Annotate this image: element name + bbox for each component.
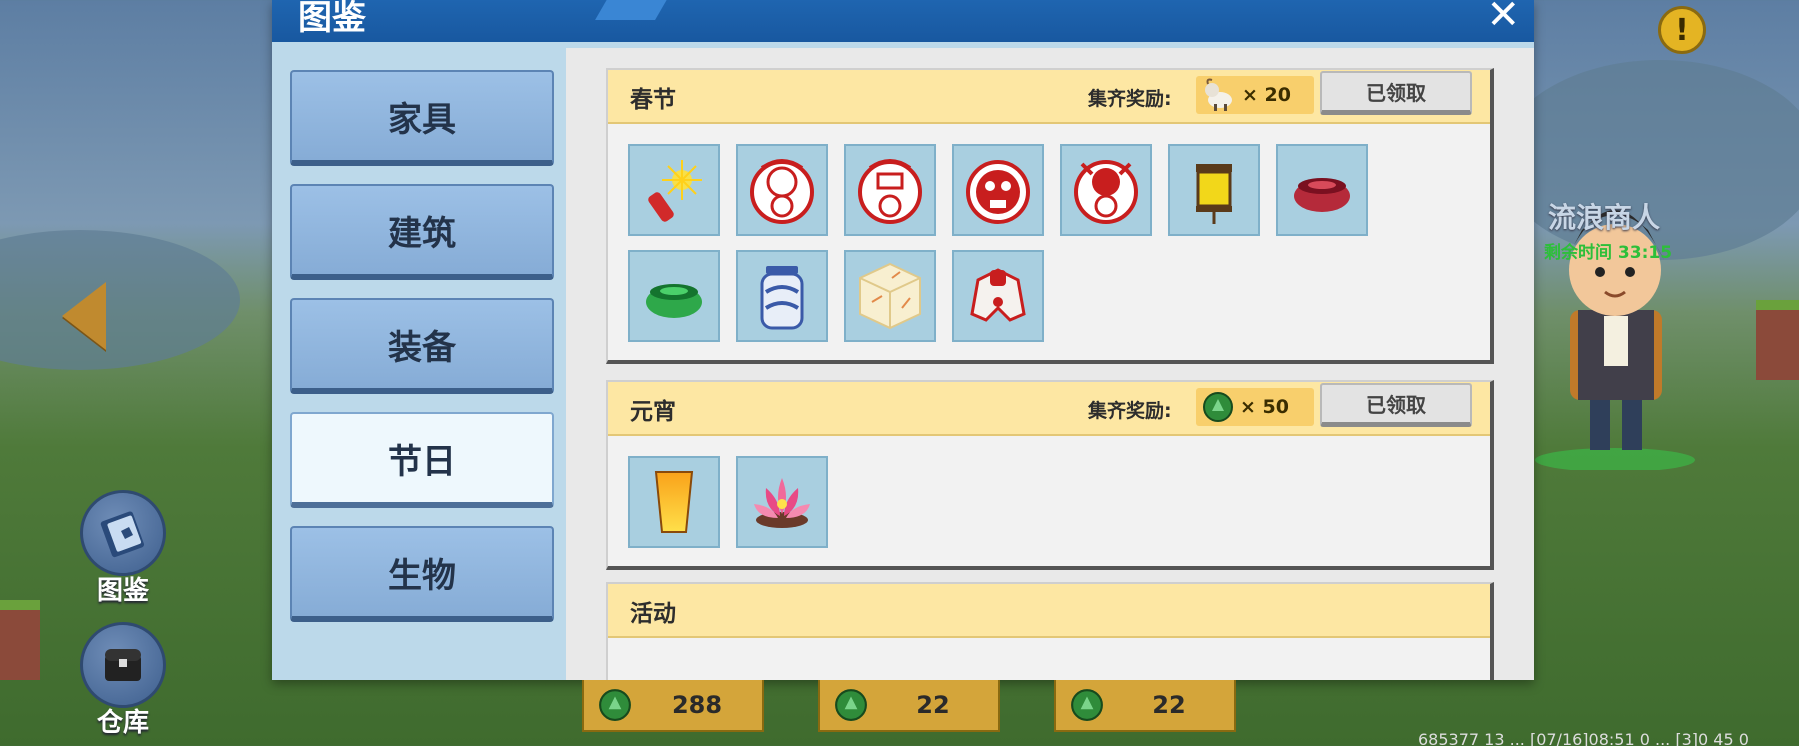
green-gem-icon [599,689,631,721]
claimed-button[interactable]: 已领取 [1320,383,1472,427]
currency-value: 22 [916,691,950,719]
handbook-button[interactable]: 图鉴 [78,490,168,607]
category-creature[interactable]: 生物 [290,526,554,622]
debug-coords: 685377 13 ... [07/16]08:51 0 ... [3]0 45… [1418,730,1749,746]
reward-amount: × 50 [1240,396,1289,418]
category-festival[interactable]: 节日 [290,412,554,508]
paper-cut-doll-shou-icon[interactable] [952,144,1044,236]
warehouse-label: 仓库 [96,708,149,738]
window-title: 图鉴 [298,0,366,38]
paper-cut-doll-xi-icon[interactable] [1060,144,1152,236]
category-building[interactable]: 建筑 [290,184,554,280]
group-title: 活动 [630,601,676,627]
currency-bar: 288 [582,680,764,732]
category-list: 家具 建筑 装备 节日 生物 [290,70,554,640]
alert-icon[interactable]: ! [1658,6,1706,54]
green-gem-icon [835,689,867,721]
chest-icon [80,622,166,708]
paper-cut-doll-lu-icon[interactable] [844,144,936,236]
red-bowl-icon[interactable] [1276,144,1368,236]
handbook-label: 图鉴 [96,576,149,606]
reward-box: × 20 [1196,76,1314,114]
currency-value: 288 [671,691,723,719]
reward-label: 集齐奖励: [1088,400,1172,422]
group-header: 活动 [608,584,1490,638]
background-hill [0,230,240,370]
background-block [0,600,40,680]
paper-cut-doll-fu-icon[interactable] [736,144,828,236]
category-equipment[interactable]: 装备 [290,298,554,394]
currency-bar: 22 [1054,680,1236,732]
title-decoration [595,0,669,20]
reward-label: 集齐奖励: [1088,88,1172,110]
group-title: 元宵 [630,399,676,425]
goat-icon [1205,78,1232,111]
handbook-window: 图鉴 ✕ 家具 建筑 装备 节日 生物 春节 集齐奖励: × 20 已领取 元宵… [272,0,1534,680]
group-header: 春节 集齐奖励: × 20 已领取 [608,70,1490,124]
item-grid [608,124,1490,360]
reward-box: × 50 [1196,388,1314,426]
background-block [1756,300,1799,380]
group-title: 春节 [630,87,676,113]
green-gem-icon [1203,392,1233,422]
book-icon [80,490,166,576]
category-furniture[interactable]: 家具 [290,70,554,166]
red-robe-icon[interactable] [952,250,1044,342]
lotus-lantern-icon[interactable] [736,456,828,548]
claimed-button[interactable]: 已领取 [1320,71,1472,115]
title-bar: 图鉴 ✕ [272,0,1534,42]
collection-group-lantern-festival: 元宵 集齐奖励: × 50 已领取 [606,380,1494,570]
item-grid [608,436,1490,566]
green-gem-icon [1071,689,1103,721]
currency-value: 22 [1152,691,1186,719]
warehouse-button[interactable]: 仓库 [78,622,168,739]
currency-bar: 22 [818,680,1000,732]
collection-group-spring-festival: 春节 集齐奖励: × 20 已领取 [606,68,1494,364]
collection-panel[interactable]: 春节 集齐奖励: × 20 已领取 元宵 集齐奖励: × 50 已领取 活动 [566,48,1534,680]
green-bowl-icon[interactable] [628,250,720,342]
blue-vase-icon[interactable] [736,250,828,342]
merchant-name: 流浪商人 [1548,201,1661,234]
firecracker-icon[interactable] [628,144,720,236]
group-header: 元宵 集齐奖励: × 50 已领取 [608,382,1490,436]
merchant-timer: 剩余时间 33:15 [1544,243,1673,263]
close-button[interactable]: ✕ [1486,0,1520,38]
reward-amount: × 20 [1242,84,1291,106]
prev-arrow-button[interactable] [62,282,106,350]
collection-group-event: 活动 [606,582,1494,680]
marble-cube-icon[interactable] [844,250,936,342]
lantern-icon[interactable] [1168,144,1260,236]
sky-lantern-icon[interactable] [628,456,720,548]
